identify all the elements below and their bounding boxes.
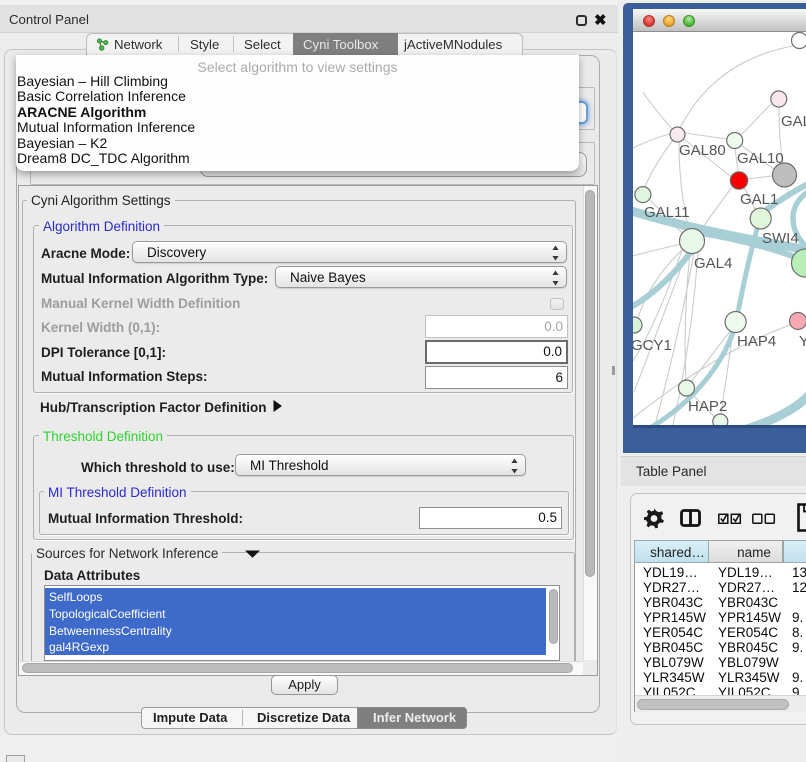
svg-text:GCY1: GCY1 [633,337,672,354]
svg-text:GAL11: GAL11 [644,204,690,221]
svg-text:HAP2: HAP2 [688,398,727,415]
svg-text:HAP4: HAP4 [737,333,776,350]
svg-text:GAL1: GAL1 [740,191,778,208]
svg-text:SWI4: SWI4 [762,230,799,247]
svg-text:GAL10: GAL10 [737,150,784,167]
svg-text:GAL80: GAL80 [679,142,726,159]
svg-text:Y: Y [799,333,806,350]
svg-text:GAL: GAL [781,113,806,130]
svg-text:GAL4: GAL4 [694,255,732,272]
